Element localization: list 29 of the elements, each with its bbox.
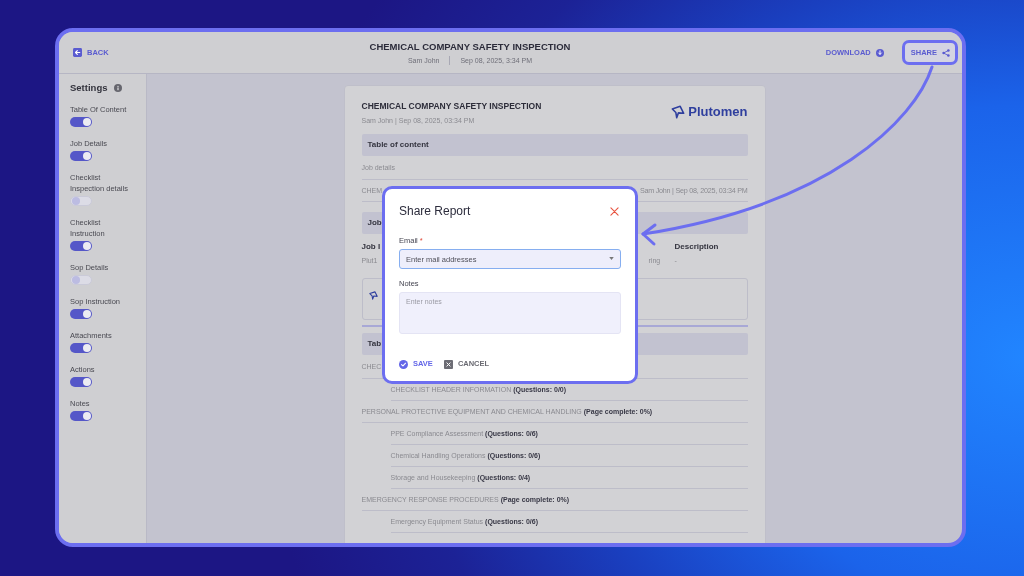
toggle-switch[interactable] bbox=[70, 275, 92, 285]
caret-icon bbox=[609, 257, 614, 260]
field-label: Description bbox=[674, 242, 719, 252]
toggle-switch[interactable] bbox=[70, 196, 92, 206]
section-heading: Tab bbox=[367, 339, 382, 349]
close-icon[interactable] bbox=[610, 206, 619, 216]
toggle-switch[interactable] bbox=[70, 117, 92, 127]
share-icon bbox=[942, 48, 950, 57]
section-heading: Table of content bbox=[367, 140, 429, 150]
back-arrow-icon bbox=[73, 48, 82, 57]
dialog-title: Share Report bbox=[399, 204, 471, 218]
logo-text: Plutomen bbox=[688, 104, 748, 119]
toggle-switch[interactable] bbox=[70, 151, 92, 161]
logo-mark-icon bbox=[671, 104, 686, 119]
toggle-switch[interactable] bbox=[70, 309, 92, 319]
section-heading: Job bbox=[367, 218, 382, 228]
toggle-switch[interactable] bbox=[70, 241, 92, 251]
download-icon bbox=[875, 48, 884, 57]
report-title: CHEMICAL COMPANY SAFETY INSPECTION bbox=[368, 40, 572, 53]
logo-mark-icon bbox=[368, 291, 378, 300]
close-square-icon bbox=[443, 359, 453, 369]
sidebar-title: Settings bbox=[70, 82, 108, 94]
check-circle-icon bbox=[399, 359, 408, 369]
info-icon[interactable] bbox=[114, 84, 123, 92]
field-label: Job I bbox=[361, 242, 381, 252]
report-heading: CHEMICAL COMPANY SAFETY INSPECTION bbox=[361, 101, 542, 112]
toggle-switch[interactable] bbox=[70, 343, 92, 353]
toggle-switch[interactable] bbox=[70, 377, 92, 387]
toggle-switch[interactable] bbox=[70, 411, 92, 421]
